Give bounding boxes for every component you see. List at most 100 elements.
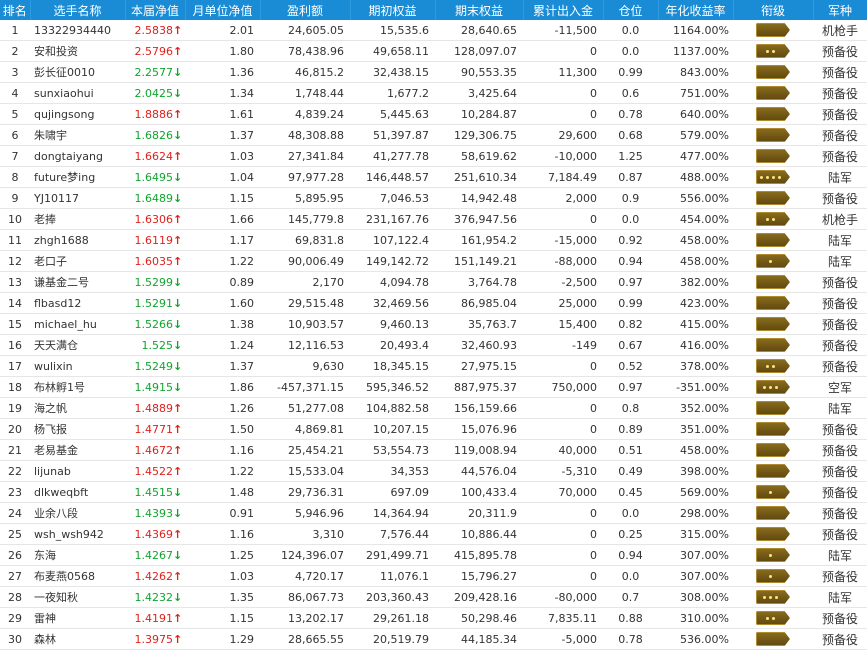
annual-return-cell: 579.00% (658, 124, 733, 146)
table-row[interactable]: 19 海之帆 1.4889↑ 1.26 51,277.08 104,882.58 156,1… (0, 397, 867, 419)
table-row[interactable]: 8 future梦ing 1.6495↓ 1.04 97,977.28 146,448.5… (0, 166, 867, 188)
rank-cell: 27 (0, 565, 30, 587)
table-row[interactable]: 10 老捧 1.6306↑ 1.66 145,779.8 231,167.76 376,94… (0, 208, 867, 230)
table-row[interactable]: 2 安和投资 2.5796↑ 1.80 78,438.96 49,658.11 128,09… (0, 40, 867, 62)
rank-cell: 3 (0, 61, 30, 83)
nav-value: 1.6306 (134, 212, 174, 226)
monthly-nav-cell: 1.22 (185, 460, 260, 482)
nav-value: 1.6826 (134, 128, 174, 142)
player-name-link[interactable]: dlkweqbft (30, 481, 125, 503)
player-name-link[interactable]: lijunab (30, 460, 125, 482)
table-row[interactable]: 27 布麦燕0568 1.4262↑ 1.03 4,720.17 11,076.1 15,7… (0, 565, 867, 587)
table-row[interactable]: 5 qujingsong 1.8886↑ 1.61 4,839.24 5,445.63 10… (0, 103, 867, 125)
player-name-link[interactable]: wsh_wsh942 (30, 523, 125, 545)
rank-badge-cell (733, 334, 813, 356)
player-name-link[interactable]: 一夜知秋 (30, 586, 125, 608)
position-cell: 0.0 (603, 502, 658, 524)
header-position[interactable]: 仓位 (603, 0, 659, 20)
table-row[interactable]: 13 谦基金二号 1.5299↓ 0.89 2,170 4,094.78 3,764.78-… (0, 271, 867, 293)
table-row[interactable]: 20 杨飞报 1.4771↑ 1.50 4,869.81 10,207.15 15,076.… (0, 418, 867, 440)
player-name-link[interactable]: michael_hu (30, 313, 125, 335)
header-branch[interactable]: 军种 (813, 0, 867, 20)
arrow-up-icon: ↑ (173, 212, 183, 226)
table-row[interactable]: 12 老口子 1.6035↑ 1.22 90,006.49 149,142.72 151,1… (0, 250, 867, 272)
player-name-link[interactable]: qujingsong (30, 103, 125, 125)
player-name-link[interactable]: 谦基金二号 (30, 271, 125, 293)
nav-value: 1.6495 (134, 170, 174, 184)
header-net-flow[interactable]: 累计出入金 (523, 0, 604, 20)
table-row[interactable]: 15 michael_hu 1.5266↓ 1.38 10,903.57 9,460.13… (0, 313, 867, 335)
position-cell: 0.94 (603, 544, 658, 566)
header-rank[interactable]: 排名 (0, 0, 31, 20)
header-annual-return[interactable]: 年化收益率 (658, 0, 734, 20)
player-name-link[interactable]: 天天满仓 (30, 334, 125, 356)
player-name-link[interactable]: sunxiaohui (30, 82, 125, 104)
player-name-link[interactable]: 老捧 (30, 208, 125, 230)
header-end-equity[interactable]: 期末权益 (435, 0, 524, 20)
arrow-down-icon: ↓ (173, 86, 183, 100)
player-name-link[interactable]: 杨飞报 (30, 418, 125, 440)
player-name-link[interactable]: future梦ing (30, 166, 125, 188)
player-name-link[interactable]: 雷神 (30, 607, 125, 629)
player-name-link[interactable]: 东海 (30, 544, 125, 566)
player-name-link[interactable]: 安和投资 (30, 40, 125, 62)
arrow-down-icon: ↓ (173, 275, 183, 289)
player-name-link[interactable]: 朱啸宇 (30, 124, 125, 146)
position-cell: 0.89 (603, 418, 658, 440)
table-row[interactable]: 3 彭长征0010 2.2577↓ 1.36 46,815.2 32,438.15 90,5… (0, 61, 867, 83)
table-row[interactable]: 1 13322934440 2.5838↑ 2.01 24,605.05 15,535.6… (0, 20, 867, 41)
header-player-name[interactable]: 选手名称 (30, 0, 126, 20)
player-name-link[interactable]: 老口子 (30, 250, 125, 272)
player-name-link[interactable]: zhgh1688 (30, 229, 125, 251)
table-row[interactable]: 25 wsh_wsh942 1.4369↑ 1.16 3,310 7,576.44 10,8… (0, 523, 867, 545)
start-equity-cell: 32,469.56 (350, 292, 435, 314)
table-row[interactable]: 24 业余八段 1.4393↓ 0.91 5,946.96 14,364.94 20,311… (0, 502, 867, 524)
table-row[interactable]: 16 天天满仓 1.525↓ 1.24 12,116.53 20,493.4 32,460.… (0, 334, 867, 356)
rank-cell: 6 (0, 124, 30, 146)
table-row[interactable]: 29 雷神 1.4191↑ 1.15 13,202.17 29,261.18 50,298.… (0, 607, 867, 629)
player-name-link[interactable]: 业余八段 (30, 502, 125, 524)
header-nav[interactable]: 本届净值 (125, 0, 186, 20)
table-row[interactable]: 22 lijunab 1.4522↑ 1.22 15,533.04 34,353 44,57… (0, 460, 867, 482)
table-row[interactable]: 28 一夜知秋 1.4232↓ 1.35 86,067.73 203,360.43 209,… (0, 586, 867, 608)
rank-badge-icon (756, 422, 790, 436)
player-name-link[interactable]: dongtaiyang (30, 145, 125, 167)
rank-badge-icon (756, 170, 790, 184)
table-row[interactable]: 23 dlkweqbft 1.4515↓ 1.48 29,736.31 697.09 100… (0, 481, 867, 503)
profit-cell: 2,170 (260, 271, 350, 293)
player-name-link[interactable]: YJ10117 (30, 187, 125, 209)
arrow-up-icon: ↑ (173, 464, 183, 478)
table-row[interactable]: 6 朱啸宇 1.6826↓ 1.37 48,308.88 51,397.87 129,306… (0, 124, 867, 146)
player-name-link[interactable]: flbasd12 (30, 292, 125, 314)
profit-cell: 4,839.24 (260, 103, 350, 125)
table-row[interactable]: 14 flbasd12 1.5291↓ 1.60 29,515.48 32,469.56 8… (0, 292, 867, 314)
table-row[interactable]: 30 森林 1.3975↑ 1.29 28,665.55 20,519.79 44,185.… (0, 628, 867, 650)
player-name-link[interactable]: 布林孵1号 (30, 376, 125, 398)
header-profit[interactable]: 盈利额 (260, 0, 351, 20)
header-monthly-nav[interactable]: 月单位净值 (185, 0, 261, 20)
player-name-link[interactable]: 森林 (30, 628, 125, 650)
header-rank-badge[interactable]: 衔级 (733, 0, 814, 20)
player-name-link[interactable]: 海之帆 (30, 397, 125, 419)
table-row[interactable]: 17 wulixin 1.5249↓ 1.37 9,630 18,345.15 27,975… (0, 355, 867, 377)
monthly-nav-cell: 1.37 (185, 355, 260, 377)
net-flow-cell: -10,000 (523, 145, 603, 167)
player-name-link[interactable]: wulixin (30, 355, 125, 377)
table-row[interactable]: 26 东海 1.4267↓ 1.25 124,396.07 291,499.71 415,8… (0, 544, 867, 566)
position-cell: 0.0 (603, 20, 658, 41)
table-row[interactable]: 9 YJ10117 1.6489↓ 1.15 5,895.95 7,046.53 14,94… (0, 187, 867, 209)
table-row[interactable]: 21 老易基金 1.4672↑ 1.16 25,454.21 53,554.73 119,0… (0, 439, 867, 461)
player-name-link[interactable]: 彭长征0010 (30, 61, 125, 83)
player-name-link[interactable]: 13322934440 (30, 20, 125, 41)
player-name-link[interactable]: 布麦燕0568 (30, 565, 125, 587)
branch-cell: 陆军 (813, 229, 867, 251)
table-row[interactable]: 18 布林孵1号 1.4915↓ 1.86 -457,371.15 595,346.52 8… (0, 376, 867, 398)
position-cell: 0.0 (603, 40, 658, 62)
table-row[interactable]: 11 zhgh1688 1.6119↑ 1.17 69,831.8 107,122.4 16… (0, 229, 867, 251)
table-row[interactable]: 4 sunxiaohui 2.0425↓ 1.34 1,748.44 1,677.2 3,4… (0, 82, 867, 104)
header-start-equity[interactable]: 期初权益 (350, 0, 436, 20)
arrow-up-icon: ↑ (173, 44, 183, 58)
profit-cell: 13,202.17 (260, 607, 350, 629)
player-name-link[interactable]: 老易基金 (30, 439, 125, 461)
table-row[interactable]: 7 dongtaiyang 1.6624↑ 1.03 27,341.84 41,277.7… (0, 145, 867, 167)
